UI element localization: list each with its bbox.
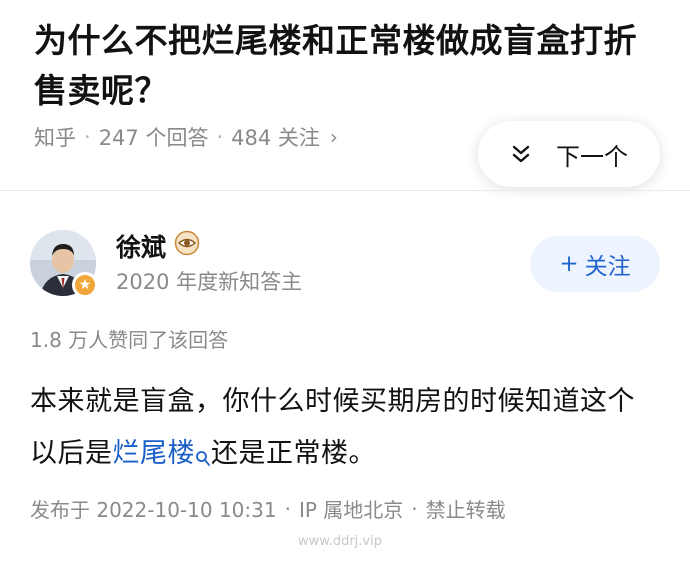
source-label: 知乎 [34, 126, 76, 150]
plus-icon: + [559, 251, 579, 277]
search-icon[interactable] [195, 434, 211, 486]
meta-separator: · [84, 125, 91, 149]
star-badge-icon: ★ [72, 272, 98, 298]
answers-count: 247 个回答 [98, 126, 209, 150]
eye-badge-icon [174, 230, 200, 262]
question-meta[interactable]: 知乎 · 247 个回答 · 484 关注 › [34, 122, 338, 152]
author-title: 2020 年度新知答主 [116, 270, 303, 294]
ip-location: IP 属地北京 [298, 498, 404, 522]
follow-button[interactable]: + 关注 [530, 236, 660, 292]
question-title[interactable]: 为什么不把烂尾楼和正常楼做成盲盒打折售卖呢？ [34, 16, 654, 116]
next-answer-button[interactable]: 下一个 [478, 121, 660, 187]
upvote-count: 1.8 万人赞同了该回答 [30, 328, 229, 352]
zhihu-answer-page: 为什么不把烂尾楼和正常楼做成盲盒打折售卖呢？ 知乎 · 247 个回答 · 48… [0, 0, 690, 562]
meta-separator: · [216, 125, 224, 149]
meta-separator: · [411, 496, 418, 521]
meta-separator: · [284, 496, 291, 521]
section-divider [0, 190, 690, 191]
answer-body: 本来就是盲盒，你什么时候买期房的时候知道这个以后是烂尾楼 还是正常楼。 [30, 376, 660, 486]
followers-count: 484 关注 [231, 126, 320, 150]
author-name-text: 徐斌 [116, 233, 167, 262]
publish-info: 发布于 2022-10-10 10:31 · IP 属地北京 · 禁止转载 [30, 494, 506, 523]
answer-text-after: 还是正常楼。 [211, 438, 376, 469]
copyright-notice: 禁止转载 [425, 498, 506, 522]
author-name[interactable]: 徐斌 [116, 228, 200, 264]
double-chevron-down-icon [510, 143, 532, 165]
follow-label: 关注 [584, 254, 631, 280]
chevron-right-icon: › [329, 125, 338, 149]
next-answer-label: 下一个 [556, 142, 628, 171]
search-link[interactable]: 烂尾楼 [113, 438, 196, 469]
publish-date: 发布于 2022-10-10 10:31 [30, 498, 277, 522]
watermark: www.ddrj.vip [298, 534, 382, 549]
